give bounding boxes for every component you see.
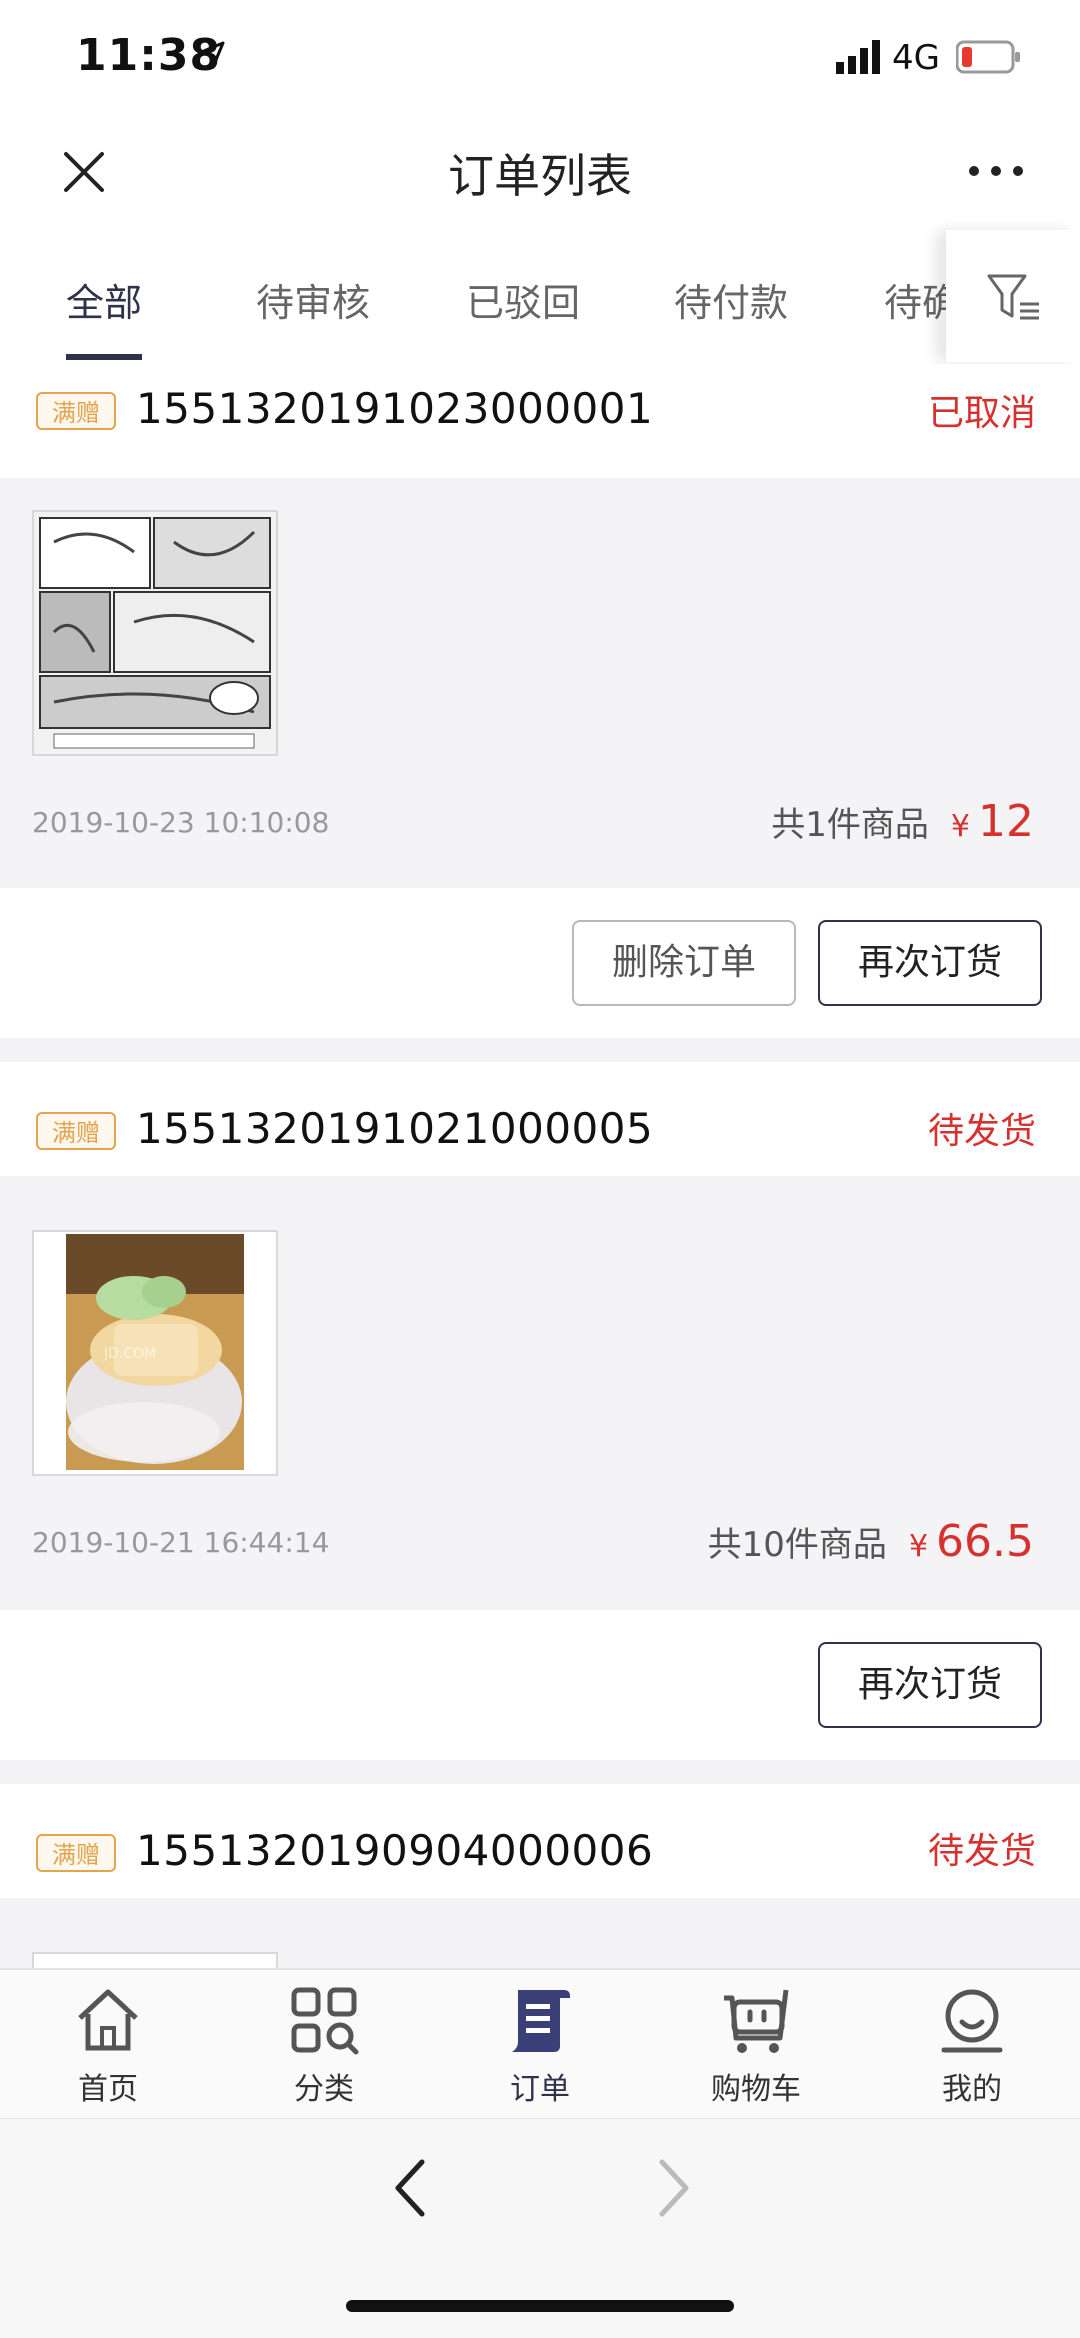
order-status: 待发货 — [927, 1111, 1036, 1152]
filter-icon[interactable] — [986, 272, 1042, 324]
reorder-button[interactable]: 再次订货 — [818, 920, 1042, 1006]
gift-badge: 满赠 — [36, 1834, 116, 1872]
tab-pending-payment[interactable]: 待付款 — [674, 272, 788, 327]
order-total: 12 — [978, 796, 1034, 847]
tab-pending-review[interactable]: 待审核 — [256, 272, 370, 327]
order-icon[interactable] — [504, 1984, 576, 2056]
order-date: 2019-10-21 16:44:14 — [32, 1526, 330, 1559]
order-number: 1551320191021000005 — [136, 1104, 654, 1153]
signal-icon — [836, 40, 880, 74]
forward-arrow-icon[interactable] — [652, 2156, 694, 2220]
network-type: 4G — [892, 38, 940, 78]
nav-cart-label[interactable]: 购物车 — [676, 2064, 836, 2108]
home-indicator — [346, 2300, 734, 2312]
page-title: 订单列表 — [448, 149, 632, 203]
product-image[interactable] — [32, 510, 278, 756]
food-thumbnail: JD.COM — [34, 1232, 276, 1474]
order-summary: 共1件商品 ¥ 12 — [771, 796, 1034, 847]
item-count: 共1件商品 — [771, 805, 929, 845]
nav-home-label[interactable]: 首页 — [28, 2064, 188, 2108]
tab-rejected[interactable]: 已驳回 — [466, 272, 580, 327]
nav-category-label[interactable]: 分类 — [244, 2064, 404, 2108]
item-count: 共10件商品 — [707, 1525, 887, 1565]
profile-icon[interactable] — [936, 1984, 1008, 2056]
svg-text:JD.COM: JD.COM — [103, 1346, 156, 1362]
order-number: 1551320191023000001 — [136, 384, 654, 433]
gift-badge: 满赠 — [36, 392, 116, 430]
active-tab-indicator — [66, 354, 142, 360]
gift-badge: 满赠 — [36, 1112, 116, 1150]
home-icon[interactable] — [72, 1984, 144, 2056]
more-options-icon[interactable] — [966, 156, 1026, 186]
manga-thumbnail — [34, 512, 276, 754]
nav-order-label[interactable]: 订单 — [460, 2064, 620, 2108]
order-total: 66.5 — [936, 1516, 1034, 1567]
order-date: 2019-10-23 10:10:08 — [32, 806, 330, 839]
currency-symbol: ¥ — [950, 809, 970, 844]
battery-icon — [956, 40, 1020, 74]
product-image[interactable]: JD.COM — [32, 1230, 278, 1476]
reorder-button[interactable]: 再次订货 — [818, 1642, 1042, 1728]
location-arrow-icon — [197, 41, 225, 69]
order-status: 已取消 — [927, 393, 1036, 434]
order-summary: 共10件商品 ¥ 66.5 — [708, 1516, 1034, 1567]
delete-order-button[interactable]: 删除订单 — [572, 920, 796, 1006]
order-number: 1551320190904000006 — [136, 1826, 654, 1875]
category-icon[interactable] — [288, 1984, 360, 2056]
tab-all[interactable]: 全部 — [66, 272, 142, 327]
cart-icon[interactable] — [720, 1984, 792, 2056]
currency-symbol: ¥ — [908, 1529, 929, 1564]
order-status: 待发货 — [927, 1831, 1036, 1872]
nav-profile-label[interactable]: 我的 — [892, 2064, 1052, 2108]
product-image[interactable] — [32, 1952, 278, 1968]
back-arrow-icon[interactable] — [390, 2156, 432, 2220]
